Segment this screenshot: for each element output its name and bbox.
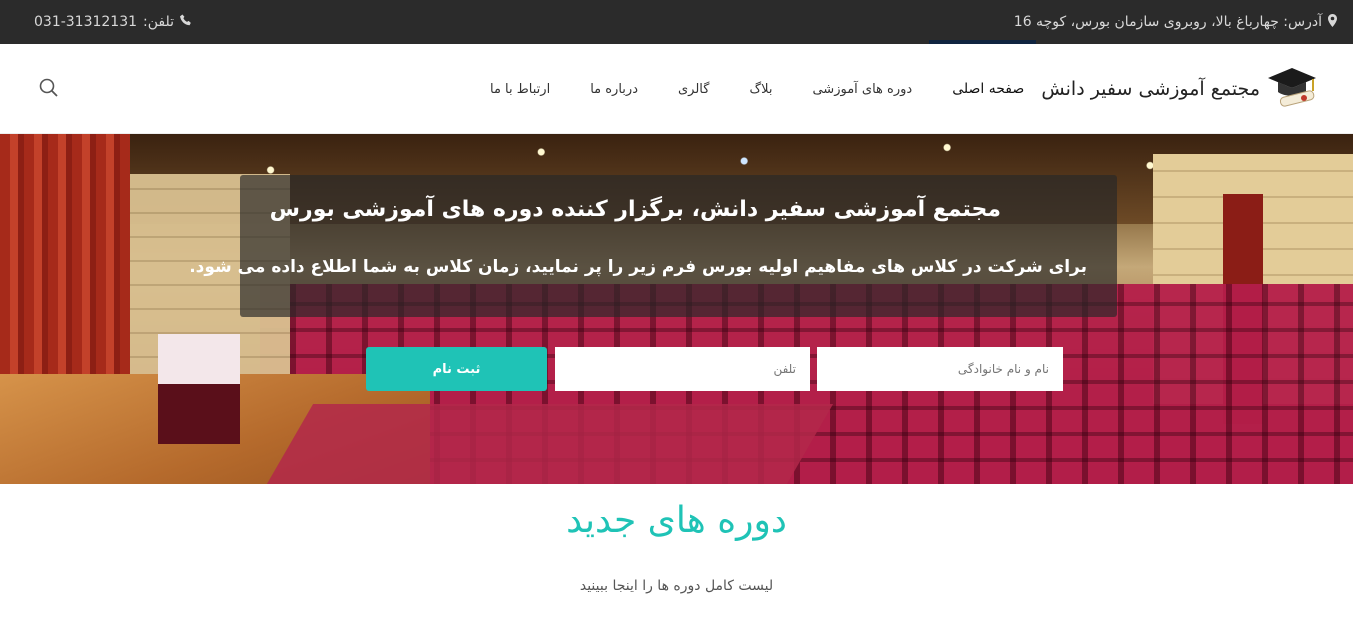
hero-background-table [158, 334, 240, 444]
register-button[interactable]: ثبت نام [366, 347, 547, 391]
search-icon[interactable] [38, 77, 60, 99]
nav-item-courses[interactable]: دوره های آموزشی [792, 82, 932, 97]
site-logo[interactable]: مجتمع آموزشی سفیر دانش [1041, 64, 1320, 114]
hero-subtitle: برای شرکت در کلاس های مفاهیم اولیه بورس … [189, 257, 1087, 277]
nav-item-about[interactable]: درباره ما [570, 82, 658, 97]
nav-item-blog[interactable]: بلاگ [729, 82, 792, 97]
full-name-input[interactable] [817, 347, 1063, 391]
phone-input[interactable] [555, 347, 810, 391]
phone-number[interactable]: 031-31312131 [34, 14, 137, 30]
map-marker-icon [1328, 13, 1337, 31]
hero-background-curtain-left [0, 134, 130, 394]
hero-text-panel: مجتمع آموزشی سفیر دانش، برگزار کننده دور… [189, 175, 1117, 317]
nav-menu: صفحه اصلی دوره های آموزشی بلاگ گالری درب… [470, 44, 1044, 134]
nav-item-contact[interactable]: ارتباط با ما [470, 82, 570, 97]
new-courses-title: دوره های جدید [566, 500, 787, 541]
new-courses-subtitle[interactable]: لیست کامل دوره ها را اینجا ببینید [0, 578, 1353, 594]
hero-banner: مجتمع آموزشی سفیر دانش، برگزار کننده دور… [0, 134, 1353, 484]
logo-text: مجتمع آموزشی سفیر دانش [1041, 78, 1260, 100]
nav-item-home[interactable]: صفحه اصلی [932, 81, 1044, 97]
phone-icon [180, 14, 192, 30]
phone-info: تلفن: 031-31312131 [34, 0, 192, 44]
hero-title: مجتمع آموزشی سفیر دانش، برگزار کننده دور… [269, 197, 1001, 222]
top-bar: آدرس: چهارباغ بالا، روبروی سازمان بورس، … [0, 0, 1353, 44]
address-info: آدرس: چهارباغ بالا، روبروی سازمان بورس، … [1014, 0, 1337, 44]
address-text: آدرس: چهارباغ بالا، روبروی سازمان بورس، … [1013, 14, 1322, 30]
hero-background-carpet [266, 404, 834, 484]
phone-label: تلفن: [143, 14, 175, 30]
graduation-cap-icon [1264, 64, 1320, 114]
nav-item-gallery[interactable]: گالری [658, 82, 729, 97]
main-navigation: مجتمع آموزشی سفیر دانش صفحه اصلی دوره ها… [0, 44, 1353, 134]
